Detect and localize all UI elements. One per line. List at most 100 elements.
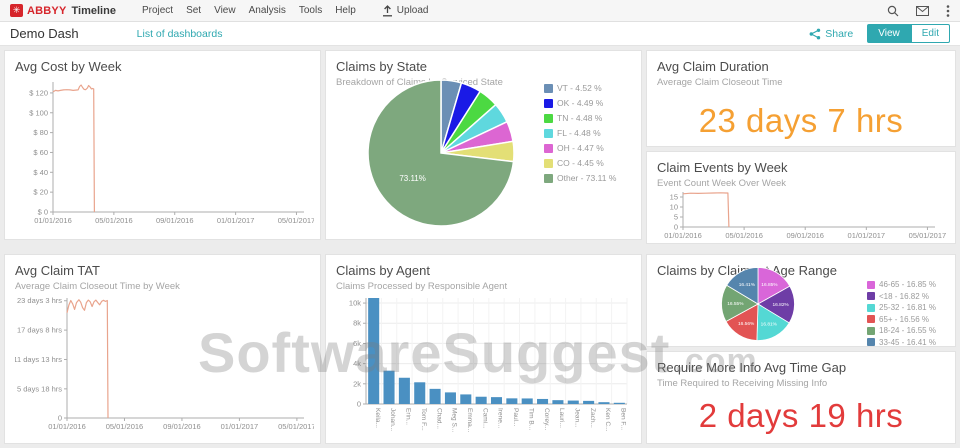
search-icon[interactable]: [887, 5, 899, 17]
card-subtitle: Time Required to Receiving Missing Info: [657, 378, 945, 389]
card-claims-by-claimant-age-range: Claims by Claimant Age Range 16.85%16.82…: [646, 254, 956, 347]
bar-Tom F...: [414, 382, 425, 404]
legend-label: 65+ - 16.56 %: [879, 315, 929, 324]
kebab-menu-icon[interactable]: [946, 4, 950, 18]
x-tick-label: 05/01/2017: [278, 216, 314, 225]
card-subtitle: Event Count Week Over Week: [657, 178, 945, 189]
legend-label: CO - 4.45 %: [557, 158, 604, 168]
y-tick-label: $ 100: [29, 108, 48, 117]
menu-analysis[interactable]: Analysis: [249, 5, 286, 16]
legend-label: 25-32 - 16.81 %: [879, 303, 936, 312]
pie-slice-label: 16.55%: [727, 301, 744, 307]
legend-color-chip: [544, 144, 553, 153]
legend-color-chip: [867, 327, 875, 335]
line-series: [67, 300, 108, 418]
legend-color-chip: [544, 129, 553, 138]
bar-category-label: Emma...: [466, 408, 473, 432]
toolbar-actions: Share View Edit: [809, 24, 950, 43]
claims-by-state-legend: VT - 4.52 %OK - 4.49 %TN - 4.48 %FL - 4.…: [544, 83, 616, 183]
bar-Chad...: [430, 389, 441, 404]
x-tick-label: 09/01/2016: [163, 422, 201, 431]
card-subtitle: Average Claim Closeout Time: [657, 77, 945, 88]
bar-category-label: Zach...: [589, 408, 596, 428]
legend-item-FL: FL - 4.48 %: [544, 128, 616, 138]
x-tick-label: 09/01/2016: [156, 216, 194, 225]
legend-item-33-45: 33-45 - 16.41 %: [867, 338, 936, 347]
card-title: Avg Cost by Week: [15, 59, 310, 74]
list-of-dashboards-link[interactable]: List of dashboards: [137, 28, 223, 40]
bar-category-label: Irene...: [497, 408, 504, 428]
brand-timeline: Timeline: [72, 5, 116, 17]
mail-icon[interactable]: [916, 6, 929, 16]
y-tick-label: $ 120: [29, 88, 48, 97]
card-subtitle: Average Claim Closeout Time by Week: [15, 281, 310, 292]
card-avg-cost-by-week: Avg Cost by Week $ 0$ 20$ 40$ 60$ 80$ 10…: [4, 50, 321, 240]
share-label: Share: [825, 28, 853, 40]
pie-slice-label: 73.11%: [399, 174, 426, 183]
brand-abbyy: ABBYY: [27, 5, 67, 17]
edit-button[interactable]: Edit: [911, 24, 950, 43]
pie-slice-label: 16.85%: [761, 282, 778, 288]
view-button[interactable]: View: [867, 24, 911, 43]
bar-category-label: Cami...: [481, 408, 488, 429]
upload-button[interactable]: Upload: [382, 5, 429, 17]
bar-Lauri...: [552, 400, 563, 404]
upload-icon: [382, 5, 393, 17]
x-tick-label: 01/01/2016: [664, 231, 702, 240]
share-button[interactable]: Share: [809, 28, 853, 40]
legend-color-chip: [867, 315, 875, 323]
menu-project[interactable]: Project: [142, 5, 173, 16]
pie-slice-label: 16.56%: [738, 321, 755, 327]
legend-color-chip: [867, 292, 875, 300]
bar-category-label: Tim B...: [527, 408, 534, 430]
bar-category-label: Johan...: [389, 408, 396, 431]
x-tick-label: 05/01/2016: [95, 216, 133, 225]
x-tick-label: 01/01/2017: [221, 422, 259, 431]
legend-color-chip: [544, 84, 553, 93]
legend-label: FL - 4.48 %: [557, 128, 601, 138]
menu-set[interactable]: Set: [186, 5, 201, 16]
top-nav-bar: ✳ ABBYY Timeline Project Set View Analys…: [0, 0, 960, 22]
legend-item-VT: VT - 4.52 %: [544, 83, 616, 93]
legend-color-chip: [867, 338, 875, 346]
legend-item-18-24: 18-24 - 16.55 %: [867, 326, 936, 335]
bar-Johan...: [384, 371, 395, 404]
card-title: Claim Events by Week: [657, 160, 945, 175]
bar-category-label: Ken C...: [604, 408, 611, 432]
menu-view[interactable]: View: [214, 5, 236, 16]
upload-label: Upload: [397, 5, 429, 16]
y-tick-label: 11 days 13 hrs: [15, 355, 62, 364]
bar-category-label: Erin...: [405, 408, 412, 425]
y-tick-label: 15: [670, 193, 678, 202]
claims-by-agent-bar-chart: 02k4k6k8k10kKeila...Johan...Erin...Tom F…: [336, 292, 635, 438]
card-claims-by-agent: Claims by Agent Claims Processed by Resp…: [325, 254, 642, 444]
legend-color-chip: [544, 99, 553, 108]
menu-tools[interactable]: Tools: [299, 5, 322, 16]
card-title: Require More Info Avg Time Gap: [657, 360, 945, 375]
y-tick-label: $ 80: [33, 128, 48, 137]
bar-Irene...: [491, 397, 502, 404]
bar-Tim B...: [522, 398, 533, 404]
y-tick-label: 5: [674, 213, 678, 222]
bar-category-label: Keila...: [374, 408, 381, 428]
legend-item-46-65: 46-65 - 16.85 %: [867, 280, 936, 289]
card-subtitle: Claims Processed by Responsible Agent: [336, 281, 631, 292]
top-icons: [887, 4, 950, 18]
bar-Corey...: [537, 399, 548, 404]
y-tick-label: 4k: [353, 359, 361, 368]
y-tick-label: $ 40: [33, 168, 48, 177]
legend-item-65+: 65+ - 16.56 %: [867, 315, 936, 324]
menu-help[interactable]: Help: [335, 5, 356, 16]
x-tick-label: 05/01/2016: [725, 231, 763, 240]
legend-label: 46-65 - 16.85 %: [879, 280, 936, 289]
bar-Cami...: [476, 397, 487, 404]
bar-category-label: Corey...: [543, 408, 550, 430]
y-tick-label: $ 60: [33, 148, 48, 157]
bar-Paul...: [506, 398, 517, 404]
card-claims-by-state: Claims by State Breakdown of Claims by S…: [325, 50, 642, 240]
line-series: [683, 193, 729, 227]
legend-color-chip: [544, 114, 553, 123]
bar-Ben F...: [614, 403, 625, 404]
legend-item-CO: CO - 4.45 %: [544, 158, 616, 168]
card-require-more-info-avg-time-gap: Require More Info Avg Time Gap Time Requ…: [646, 351, 956, 444]
